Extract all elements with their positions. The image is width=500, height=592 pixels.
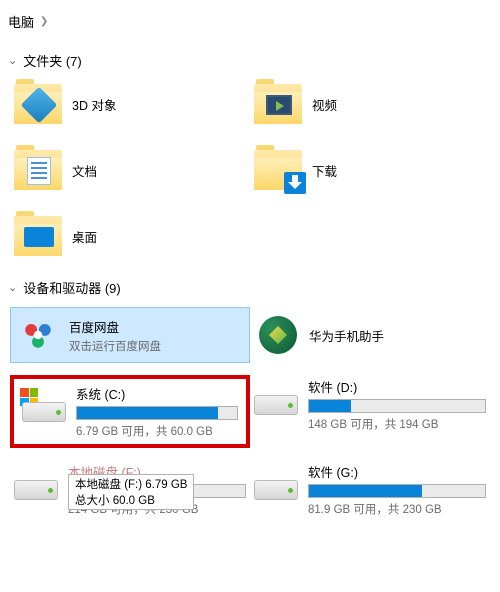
app-subtitle: 双击运行百度网盘 (69, 338, 243, 354)
drive-c[interactable]: 系统 (C:) 6.79 GB 可用，共 60.0 GB (18, 382, 242, 441)
usage-bar (308, 484, 486, 498)
drive-icon (254, 381, 298, 415)
folder-icon (254, 84, 302, 124)
tooltip: 本地磁盘 (F:) 6.79 GB 总大小 60.0 GB (68, 474, 194, 510)
drive-icon (22, 388, 66, 422)
drive-icon (14, 466, 58, 500)
drive-title: 软件 (G:) (308, 462, 486, 481)
folders-section-header[interactable]: ⌄ 文件夹 (7) (0, 43, 500, 76)
huawei-icon (257, 314, 299, 356)
folder-icon (14, 150, 62, 190)
devices-grid: 百度网盘 双击运行百度网盘 华为手机助手 系统 (C:) 6.79 GB 可用，… (0, 303, 500, 529)
folder-icon (254, 150, 302, 190)
folder-icon (14, 84, 62, 124)
usage-fill (309, 400, 351, 412)
app-huawei-assistant[interactable]: 华为手机助手 (250, 307, 490, 363)
folder-icon (14, 216, 62, 256)
usage-bar (308, 399, 486, 413)
drive-g[interactable]: 软件 (G:) 81.9 GB 可用，共 230 GB (250, 460, 490, 519)
folder-documents[interactable]: 文档 (10, 146, 250, 194)
drive-title: 系统 (C:) (76, 384, 238, 403)
download-arrow-icon (284, 172, 306, 194)
drive-d[interactable]: 软件 (D:) 148 GB 可用，共 194 GB (250, 375, 490, 448)
baidu-icon (17, 314, 59, 356)
breadcrumb[interactable]: 电脑 ❯ (0, 0, 500, 43)
drive-title: 软件 (D:) (308, 377, 486, 396)
devices-section-title: 设备和驱动器 (9) (23, 278, 121, 297)
usage-bar (76, 406, 238, 420)
folder-3d-objects[interactable]: 3D 对象 (10, 80, 250, 128)
folder-label: 3D 对象 (72, 95, 116, 114)
app-title: 百度网盘 (69, 317, 243, 336)
caret-down-icon: ⌄ (8, 54, 17, 67)
tooltip-line2: 总大小 60.0 GB (75, 492, 187, 508)
drive-subtitle: 81.9 GB 可用，共 230 GB (308, 501, 486, 517)
app-baidu-netdisk[interactable]: 百度网盘 双击运行百度网盘 (10, 307, 250, 363)
folder-label: 文档 (72, 161, 97, 180)
folder-videos[interactable]: 视频 (250, 80, 490, 128)
devices-section-header[interactable]: ⌄ 设备和驱动器 (9) (0, 270, 500, 303)
drive-subtitle: 148 GB 可用，共 194 GB (308, 416, 486, 432)
folders-section-title: 文件夹 (7) (23, 51, 82, 70)
drive-subtitle: 6.79 GB 可用，共 60.0 GB (76, 423, 238, 439)
highlight-annotation: 系统 (C:) 6.79 GB 可用，共 60.0 GB (10, 375, 250, 448)
app-title: 华为手机助手 (309, 326, 483, 345)
usage-fill (309, 485, 422, 497)
chevron-right-icon: ❯ (40, 16, 48, 27)
drive-f[interactable]: 本地磁盘 (F:) 214 GB 可用，共 230 GB 本地磁盘 (F:) 6… (10, 460, 250, 519)
usage-fill (77, 407, 218, 419)
folder-label: 下载 (312, 161, 337, 180)
folder-label: 视频 (312, 95, 337, 114)
tooltip-line1: 本地磁盘 (F:) 6.79 GB (75, 476, 187, 492)
folder-downloads[interactable]: 下载 (250, 146, 490, 194)
folders-grid: 3D 对象 视频 文档 下载 桌面 (0, 76, 500, 270)
caret-down-icon: ⌄ (8, 281, 17, 294)
folder-label: 桌面 (72, 227, 97, 246)
folder-desktop[interactable]: 桌面 (10, 212, 250, 260)
drive-icon (254, 466, 298, 500)
breadcrumb-root[interactable]: 电脑 (8, 12, 34, 31)
